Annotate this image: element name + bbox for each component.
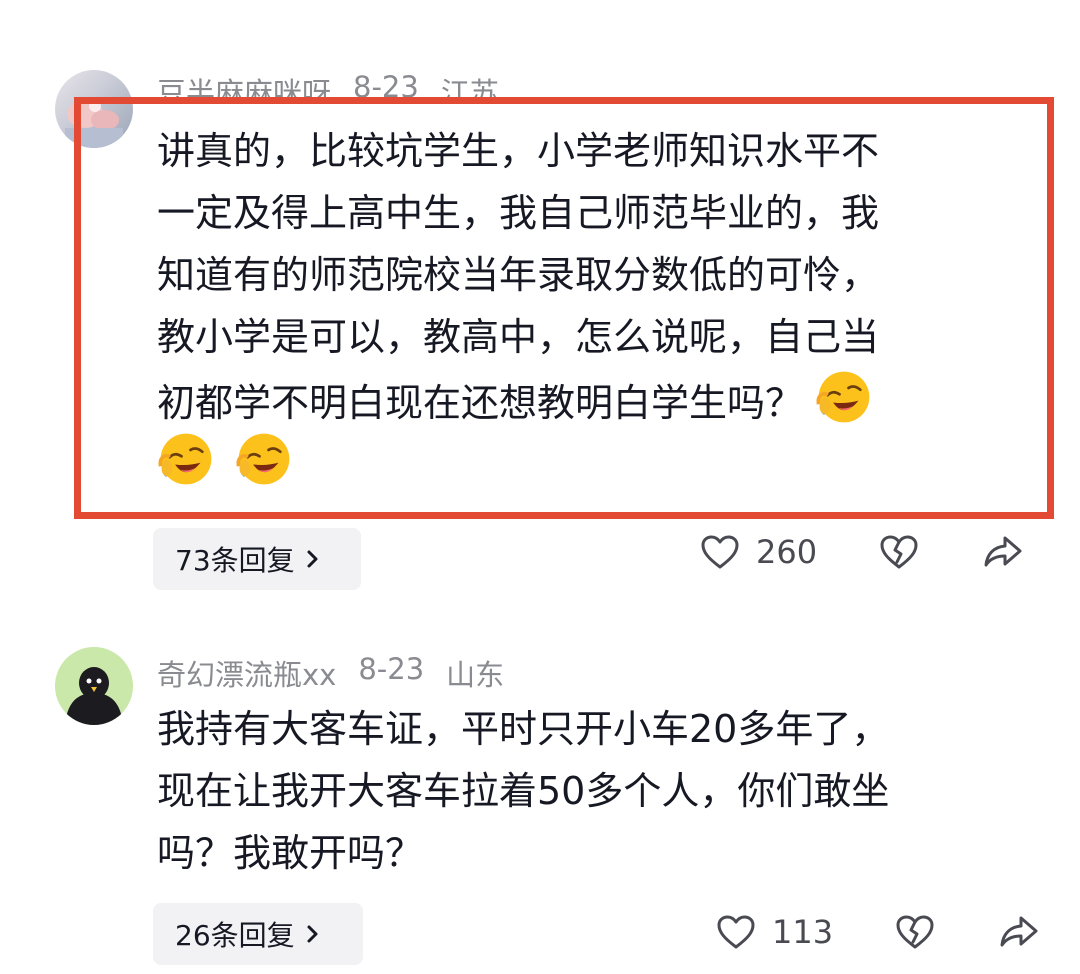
broken-heart-icon [896, 915, 934, 949]
comment-date: 8-23 [358, 652, 425, 686]
comment-line: 我持有大客车证，平时只开小车20多年了， [157, 707, 890, 751]
dislike-button[interactable] [879, 534, 919, 570]
like-button[interactable]: 113 [716, 913, 833, 951]
like-button[interactable]: 260 [700, 533, 817, 571]
comment-line: 教小学是可以，教高中，怎么说呢，自己当 [157, 315, 880, 359]
comment-emoji-line [157, 430, 881, 492]
comment-line: 现在让我开大客车拉着50多个人，你们敢坐 [157, 769, 890, 813]
laughing-crying-emoji-icon [157, 430, 215, 488]
comment-meta: 豆半麻麻咪呀 8-23 江苏 [157, 70, 499, 100]
comment-location: 江苏 [440, 76, 499, 100]
author-name[interactable]: 豆半麻麻咪呀 [157, 70, 331, 100]
comment-meta: 奇幻漂流瓶xx 8-23 山东 [157, 652, 504, 694]
laughing-crying-emoji-icon [815, 368, 873, 426]
comment-line: 一定及得上高中生，我自己师范毕业的，我 [157, 191, 880, 235]
share-button[interactable] [983, 534, 1023, 570]
comment-actions: 260 [700, 533, 1023, 571]
chevron-right-icon [307, 550, 318, 568]
comment-line: 吗？我敢开吗？ [157, 831, 424, 875]
chevron-right-icon [307, 925, 318, 943]
comment-line: 知道有的师范院校当年录取分数低的可怜， [157, 253, 880, 297]
like-count: 260 [756, 533, 818, 571]
comment-line: 初都学不明白现在还想教明白学生吗？ [157, 368, 881, 430]
dislike-button[interactable] [895, 914, 935, 950]
baby-photo-avatar-icon [65, 100, 123, 148]
heart-icon [701, 535, 739, 569]
comment-location: 山东 [446, 658, 505, 692]
comment-date: 8-23 [353, 70, 419, 100]
comment-line: 讲真的，比较坑学生，小学老师知识水平不 [157, 129, 880, 173]
comment-actions: 113 [716, 913, 1039, 951]
laughing-crying-emoji-icon [235, 430, 293, 488]
avatar[interactable] [55, 647, 133, 725]
avatar[interactable] [55, 70, 133, 148]
comment-line-text: 初都学不明白现在还想教明白学生吗？ [157, 381, 804, 425]
heart-icon [717, 915, 755, 949]
view-replies-button[interactable]: 73条回复 [153, 528, 361, 590]
comment-text: 讲真的，比较坑学生，小学老师知识水平不 一定及得上高中生，我自己师范毕业的，我 … [157, 120, 881, 492]
replies-count: 73条回复 [175, 544, 295, 577]
broken-heart-icon [880, 535, 918, 569]
black-bird-avatar-icon [65, 667, 123, 725]
share-button[interactable] [999, 914, 1039, 950]
author-name[interactable]: 奇幻漂流瓶xx [157, 652, 336, 694]
view-replies-button[interactable]: 26条回复 [153, 903, 363, 965]
comment-meta-clip: 豆半麻麻咪呀 8-23 江苏 [157, 70, 499, 100]
share-icon [984, 536, 1022, 567]
share-icon [1000, 916, 1038, 947]
replies-count: 26条回复 [175, 919, 295, 952]
comment-text: 我持有大客车证，平时只开小车20多年了， 现在让我开大客车拉着50多个人，你们敢… [157, 698, 889, 884]
like-count: 113 [772, 913, 834, 951]
